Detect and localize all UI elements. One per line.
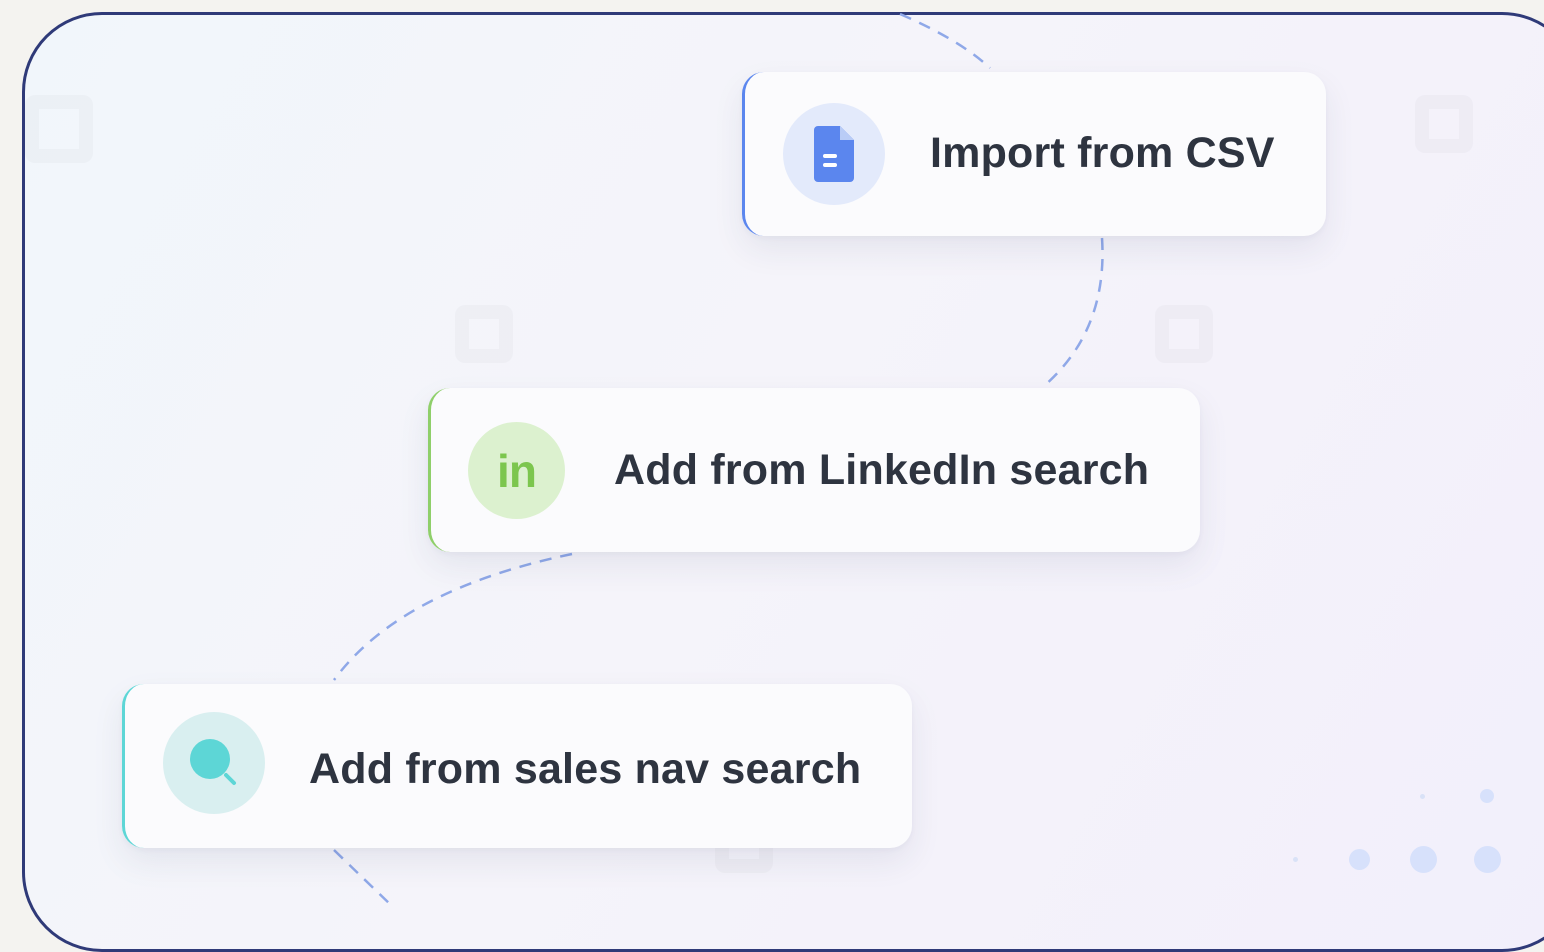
background-shape <box>25 95 93 163</box>
linkedin-icon-badge: in <box>468 422 565 519</box>
card-accent <box>428 388 450 552</box>
decorative-dot <box>1349 849 1370 870</box>
sales-nav-search-card[interactable]: Add from sales nav search <box>122 684 912 848</box>
decorative-dot <box>1410 846 1437 873</box>
decorative-dot <box>1480 789 1494 803</box>
background-shape <box>1415 95 1473 153</box>
decorative-dot <box>1474 846 1501 873</box>
search-icon <box>190 739 236 785</box>
background-shape <box>455 305 513 363</box>
decorative-dot <box>1420 794 1425 799</box>
linkedin-search-card[interactable]: in Add from LinkedIn search <box>428 388 1200 552</box>
linkedin-search-label: Add from LinkedIn search <box>614 446 1150 494</box>
import-csv-card[interactable]: Import from CSV <box>742 72 1326 236</box>
card-accent <box>122 684 144 848</box>
document-icon <box>814 126 854 182</box>
import-csv-label: Import from CSV <box>930 129 1275 177</box>
linkedin-icon: in <box>497 444 537 497</box>
card-accent <box>742 72 764 236</box>
sales-nav-search-label: Add from sales nav search <box>309 745 862 793</box>
csv-icon-badge <box>783 103 885 205</box>
background-shape <box>1155 305 1213 363</box>
sales-nav-icon-badge <box>163 712 265 814</box>
decorative-dot <box>1293 857 1298 862</box>
